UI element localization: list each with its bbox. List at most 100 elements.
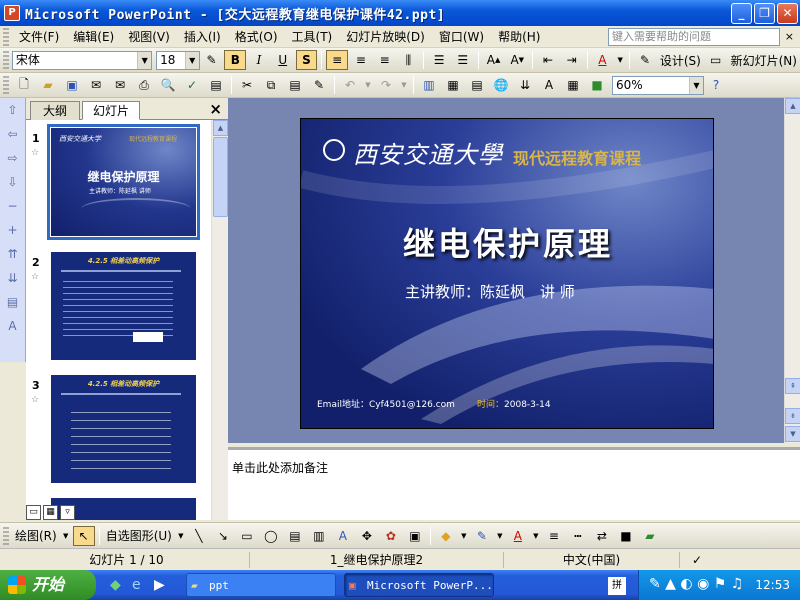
textbox-icon[interactable]: ▤	[284, 526, 306, 546]
collapse-all-icon[interactable]: ⇈	[0, 242, 25, 266]
shadow-button[interactable]: S	[295, 50, 318, 70]
grip-icon[interactable]	[3, 27, 9, 46]
chevron-down-icon[interactable]: ▼	[363, 75, 373, 95]
line-style-icon[interactable]: ≡	[543, 526, 565, 546]
email-icon[interactable]: ✉	[109, 75, 131, 95]
slide-thumbnail-3[interactable]: 4.2.5 相差动高频保护	[51, 375, 196, 483]
clipart-icon[interactable]: ✿	[380, 526, 402, 546]
quicklaunch-shield-icon[interactable]: ◆	[110, 577, 121, 593]
restore-button[interactable]: ❐	[754, 3, 775, 24]
chevron-down-icon[interactable]: ▼	[176, 526, 186, 546]
design-icon[interactable]: ✎	[634, 50, 656, 70]
spelling-icon[interactable]: ✓	[181, 75, 203, 95]
rectangle-icon[interactable]: ▭	[236, 526, 258, 546]
bold-button[interactable]: B	[224, 50, 247, 70]
help-search-input[interactable]: 键入需要帮助的问题	[608, 28, 780, 46]
help-icon[interactable]: ?	[705, 75, 727, 95]
scroll-up-icon[interactable]: ▲	[213, 120, 228, 136]
research-icon[interactable]: ▤	[205, 75, 227, 95]
menu-edit[interactable]: 编辑(E)	[66, 27, 121, 47]
font-select[interactable]: 宋体 ▼	[11, 50, 153, 70]
expand-all-icon[interactable]: ⇊	[514, 75, 536, 95]
task-ppt-folder[interactable]: ▰ ppt	[186, 573, 336, 597]
slideshow-icon[interactable]: ▿	[60, 505, 75, 520]
arrow-style-icon[interactable]: ⇄	[591, 526, 613, 546]
current-slide[interactable]: 西安交通大學 现代远程教育课程 继电保护原理 主讲教师：陈延枫 讲 师 Emai…	[300, 118, 714, 429]
task-powerpoint[interactable]: ▣ Microsoft PowerP...	[344, 573, 494, 597]
expand-icon[interactable]: +	[0, 218, 25, 242]
diagram-icon[interactable]: ✥	[356, 526, 378, 546]
grip-icon[interactable]	[3, 51, 9, 69]
minimize-button[interactable]: _	[731, 3, 752, 24]
menu-view[interactable]: 视图(V)	[121, 27, 177, 47]
insert-table-icon[interactable]: ▦	[442, 75, 464, 95]
chevron-down-icon[interactable]: ▼	[459, 526, 469, 546]
chevron-down-icon[interactable]: ▼	[689, 76, 703, 94]
move-down-icon[interactable]: ⇩	[0, 170, 25, 194]
line-icon[interactable]: ╲	[188, 526, 210, 546]
permission-icon[interactable]: ✉	[85, 75, 107, 95]
wordart-icon[interactable]: A	[332, 526, 354, 546]
print-preview-icon[interactable]: 🔍	[157, 75, 179, 95]
picture-icon[interactable]: ▣	[404, 526, 426, 546]
zoom-select[interactable]: 60% ▼	[612, 75, 704, 95]
help-close-icon[interactable]: ×	[785, 30, 794, 43]
menu-file[interactable]: 文件(F)	[12, 27, 66, 47]
slide-thumbnail-1[interactable]: 西安交通大学 现代远程教育课程 继电保护原理 主讲教师：陈延枫 讲师	[47, 124, 200, 240]
input-method-icon[interactable]: 拼	[608, 577, 626, 595]
paste-icon[interactable]: ▤	[284, 75, 306, 95]
arrow-icon[interactable]: ↘	[212, 526, 234, 546]
vertical-textbox-icon[interactable]: ▥	[308, 526, 330, 546]
menu-tools[interactable]: 工具(T)	[285, 27, 340, 47]
select-objects-icon[interactable]: ↖	[72, 525, 95, 546]
tray-icons[interactable]: ✎ ▲ ◐ ◉ ⚑ ♫	[649, 576, 743, 592]
scroll-down-icon[interactable]: ▼	[785, 426, 800, 442]
expand-all-icon[interactable]: ⇊	[0, 266, 25, 290]
insert-chart-icon[interactable]: ▥	[418, 75, 440, 95]
redo-icon[interactable]: ↷	[375, 75, 397, 95]
collapse-icon[interactable]: −	[0, 194, 25, 218]
format-painter-icon[interactable]: ✎	[308, 75, 330, 95]
font-color-icon[interactable]: A	[592, 50, 614, 70]
copy-icon[interactable]: ⧉	[260, 75, 282, 95]
menu-insert[interactable]: 插入(I)	[177, 27, 228, 47]
chevron-down-icon[interactable]: ▼	[61, 526, 71, 546]
fill-color-icon[interactable]: ◆	[435, 526, 457, 546]
chevron-down-icon[interactable]: ▼	[184, 51, 199, 69]
autoshapes-button[interactable]: 自选图形(U)	[103, 527, 175, 544]
chevron-down-icon[interactable]: ▼	[399, 75, 409, 95]
close-pane-icon[interactable]: ×	[209, 100, 222, 118]
tables-borders-icon[interactable]: ▤	[466, 75, 488, 95]
media-player-icon[interactable]: ▶	[154, 577, 165, 593]
draw-menu-button[interactable]: 绘图(R)	[12, 527, 60, 544]
increase-font-icon[interactable]: A ▲	[483, 50, 505, 70]
slide-sorter-icon[interactable]: ▦	[43, 505, 58, 520]
menu-help[interactable]: 帮助(H)	[491, 27, 547, 47]
grip-icon[interactable]	[3, 526, 9, 545]
new-document-icon[interactable]: 🗋	[13, 75, 35, 95]
notes-pane[interactable]: 单击此处添加备注	[228, 447, 800, 520]
summary-slide-icon[interactable]: ▤	[0, 290, 25, 314]
menu-format[interactable]: 格式(O)	[228, 27, 285, 47]
print-icon[interactable]: ⎙	[133, 75, 155, 95]
format-painter-icon[interactable]: ✎	[201, 50, 223, 70]
grip-icon[interactable]	[3, 76, 9, 94]
dash-style-icon[interactable]: ┅	[567, 526, 589, 546]
move-up-icon[interactable]: ⇧	[0, 98, 25, 122]
close-button[interactable]: ✕	[777, 3, 798, 24]
open-folder-icon[interactable]: ▰	[37, 75, 59, 95]
font-size-select[interactable]: 18 ▼	[156, 50, 200, 70]
color-grayscale-icon[interactable]: ■	[586, 75, 608, 95]
grid-icon[interactable]: ▦	[562, 75, 584, 95]
prev-slide-icon[interactable]: ⇞	[785, 378, 800, 394]
chevron-down-icon[interactable]: ▼	[615, 50, 625, 70]
next-slide-icon[interactable]: ⇟	[785, 408, 800, 424]
shadow-style-icon[interactable]: ■	[615, 526, 637, 546]
normal-view-icon[interactable]: ▭	[26, 505, 41, 520]
show-formatting-icon[interactable]: A	[538, 75, 560, 95]
oval-icon[interactable]: ◯	[260, 526, 282, 546]
underline-button[interactable]: U	[272, 50, 294, 70]
start-button[interactable]: 开始	[0, 570, 96, 600]
tab-outline[interactable]: 大纲	[30, 101, 80, 120]
demote-icon[interactable]: ⇨	[0, 146, 25, 170]
